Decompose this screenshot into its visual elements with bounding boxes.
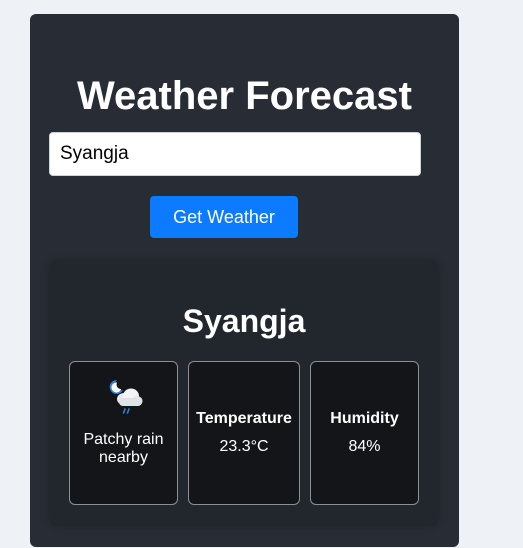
condition-tile: Patchy rain nearby (69, 361, 178, 505)
humidity-value: 84% (348, 438, 381, 455)
condition-text: Patchy rain nearby (83, 431, 164, 466)
temperature-tile: Temperature 23.3°C (188, 361, 300, 505)
get-weather-button[interactable]: Get Weather (150, 196, 298, 238)
humidity-label: Humidity (330, 410, 399, 427)
city-search-input[interactable] (49, 132, 421, 176)
weather-result-card: Syangja Patchy rain nearby Temperature 2… (49, 260, 439, 526)
humidity-tile: Humidity 84% (310, 361, 419, 505)
temperature-value: 23.3°C (219, 438, 269, 455)
patchy-rain-night-icon (109, 379, 143, 414)
result-city-name: Syangja (182, 303, 306, 339)
temperature-label: Temperature (196, 410, 292, 427)
app-title: Weather Forecast (77, 74, 412, 118)
weather-app-panel: Weather Forecast Get Weather Syangja Pat… (30, 14, 459, 547)
